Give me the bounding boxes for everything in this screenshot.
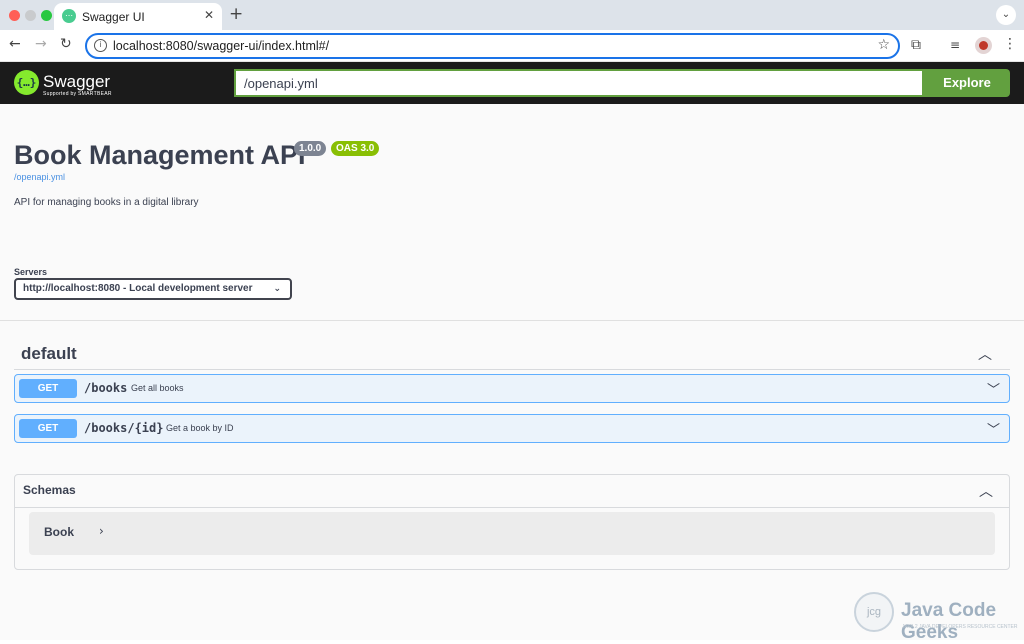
chevron-right-icon[interactable]: › (99, 524, 104, 538)
media-controls-icon[interactable]: ≡ (950, 38, 960, 52)
chevron-down-icon: ⌄ (273, 284, 281, 294)
browser-tab-bar: ⋯ Swagger UI ✕ + ⌄ (0, 0, 1024, 30)
swagger-logo-icon[interactable]: {…} (14, 70, 39, 95)
schemas-title: Schemas (23, 483, 76, 497)
new-tab-button[interactable]: + (229, 4, 243, 24)
operation-summary: Get a book by ID (166, 423, 234, 433)
swagger-logo-text[interactable]: Swagger (43, 72, 110, 92)
api-title: Book Management API (14, 140, 306, 170)
operation-summary: Get all books (131, 383, 184, 393)
servers-selected-value: http://localhost:8080 - Local developmen… (23, 283, 253, 294)
tab-title: Swagger UI (82, 10, 145, 24)
extensions-icon[interactable]: ⧉ (911, 37, 921, 53)
address-bar[interactable]: i localhost:8080/swagger-ui/index.html#/… (85, 33, 900, 59)
site-info-icon[interactable]: i (94, 39, 107, 52)
chevron-down-icon[interactable]: ﹀ (987, 419, 1000, 438)
tab-search-button[interactable]: ⌄ (996, 5, 1016, 25)
schemas-section: Schemas ︿ Book › (14, 474, 1010, 570)
schemas-header[interactable]: Schemas ︿ (15, 475, 1009, 508)
operation-get-book-by-id[interactable]: GET /books/{id} Get a book by ID ﹀ (14, 414, 1010, 443)
tab-close-icon[interactable]: ✕ (204, 8, 214, 22)
operation-path: /books (84, 381, 128, 395)
minimize-window-button[interactable] (25, 10, 36, 21)
browser-menu-icon[interactable]: ⋮ (1003, 36, 1017, 52)
method-badge: GET (19, 419, 77, 438)
model-name: Book (44, 525, 74, 539)
swagger-topbar: {…} Swagger Supported by SMARTBEAR Explo… (0, 62, 1024, 104)
tag-name: default (21, 344, 77, 363)
forward-icon[interactable]: → (35, 36, 47, 52)
watermark-subtext: JAVA 2 JAVA DEVELOPERS RESOURCE CENTER (902, 624, 1018, 630)
back-icon[interactable]: ← (9, 36, 21, 52)
spec-link[interactable]: /openapi.yml (14, 172, 65, 182)
chevron-up-icon[interactable]: ︿ (978, 344, 992, 364)
servers-label: Servers (14, 267, 48, 277)
oas-badge: OAS 3.0 (331, 141, 380, 156)
section-divider (0, 320, 1024, 321)
swagger-logo-subtitle: Supported by SMARTBEAR (43, 91, 112, 97)
method-badge: GET (19, 379, 77, 398)
spec-url-input[interactable] (234, 69, 924, 97)
api-description: API for managing books in a digital libr… (14, 197, 199, 208)
servers-select[interactable]: http://localhost:8080 - Local developmen… (14, 278, 292, 300)
chevron-up-icon[interactable]: ︿ (979, 481, 993, 501)
swagger-favicon-icon: ⋯ (62, 9, 76, 23)
explore-button[interactable]: Explore (924, 69, 1010, 97)
close-window-button[interactable] (9, 10, 20, 21)
bookmark-star-icon[interactable]: ☆ (877, 37, 890, 53)
reload-icon[interactable]: ↻ (60, 36, 72, 52)
operation-path: /books/{id} (84, 421, 164, 435)
model-book[interactable]: Book › (29, 512, 995, 555)
version-badge: 1.0.0 (294, 141, 327, 156)
watermark-logo: jcg (854, 592, 894, 632)
address-url[interactable]: localhost:8080/swagger-ui/index.html#/ (113, 39, 329, 53)
maximize-window-button[interactable] (41, 10, 52, 21)
browser-toolbar: ← → ↻ i localhost:8080/swagger-ui/index.… (0, 30, 1024, 62)
profile-avatar[interactable] (975, 37, 992, 54)
operation-get-books[interactable]: GET /books Get all books ﹀ (14, 374, 1010, 403)
chevron-down-icon[interactable]: ﹀ (987, 379, 1000, 398)
browser-tab[interactable]: ⋯ Swagger UI ✕ (54, 3, 222, 30)
tag-section-default[interactable]: default ︿ (14, 340, 1010, 370)
watermark-text: Java Code Geeks (901, 600, 997, 643)
swagger-page: Book Management API 1.0.0 OAS 3.0 /opena… (0, 104, 1024, 643)
